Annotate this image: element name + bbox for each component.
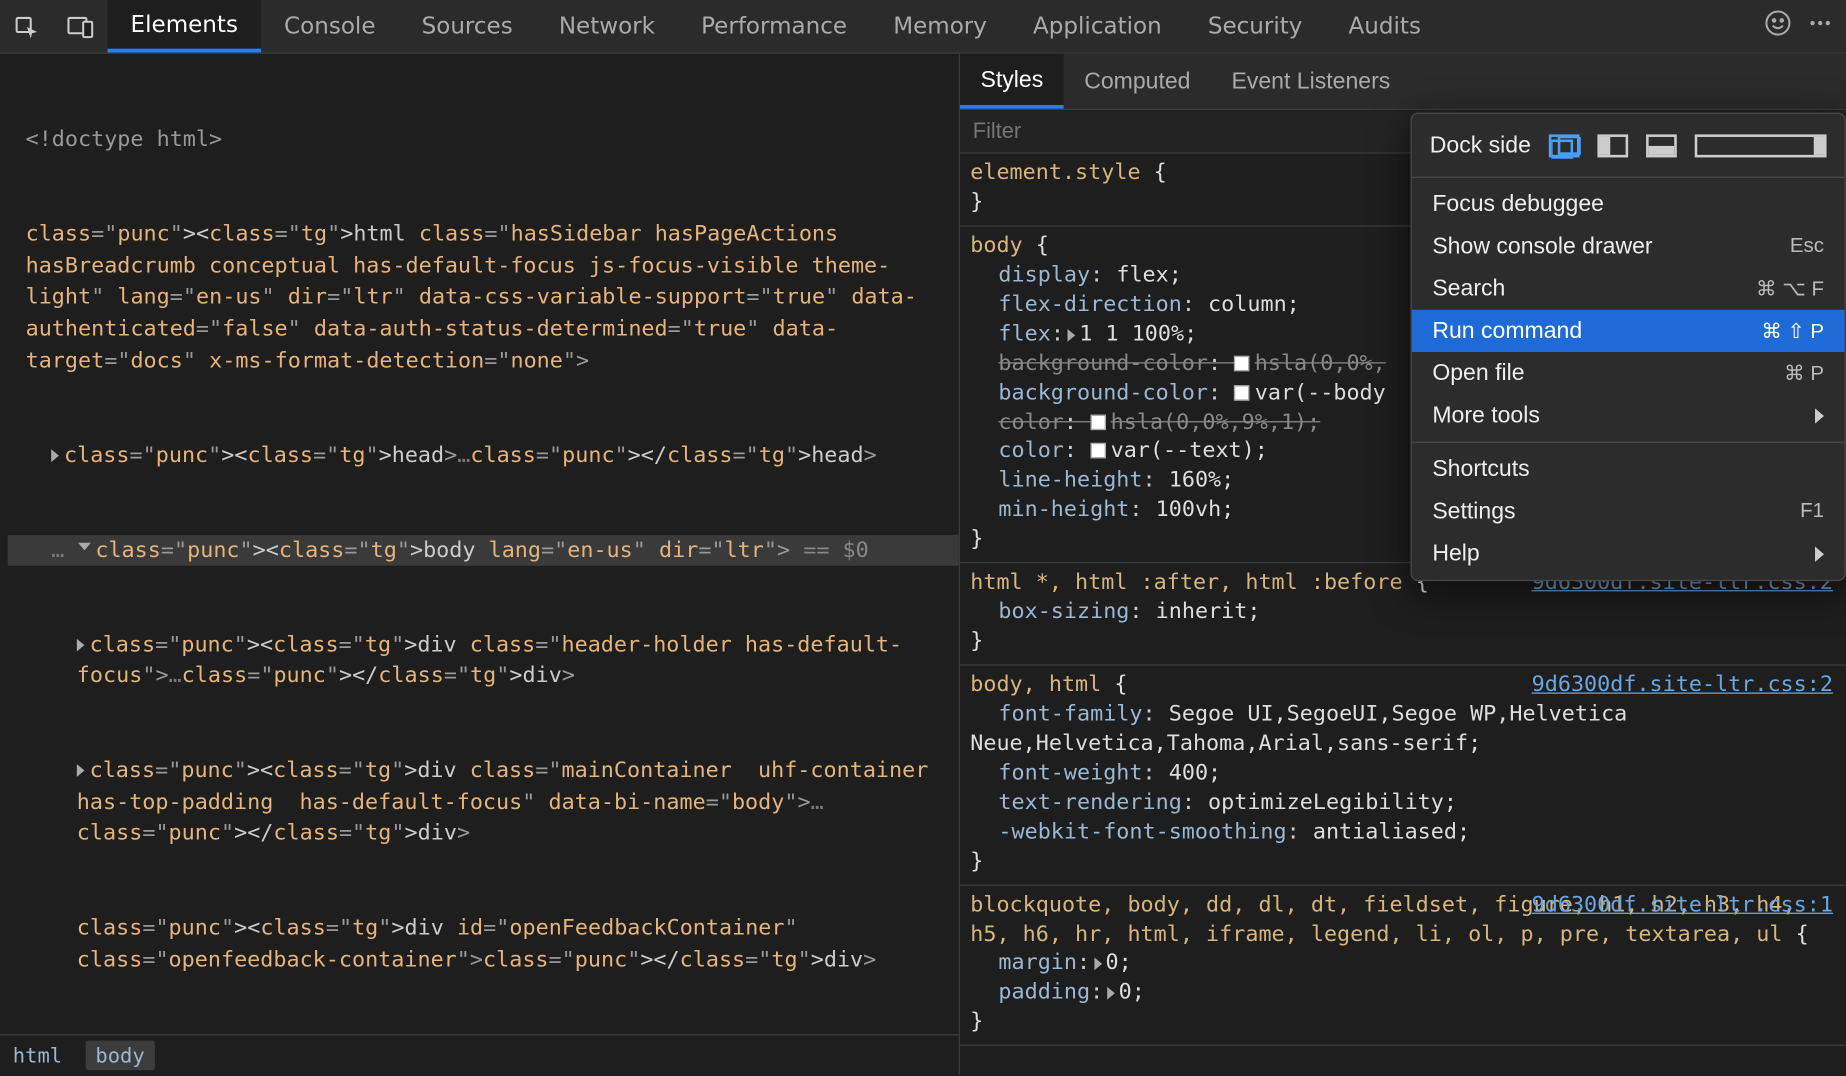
more-menu-icon[interactable]: [1807, 10, 1833, 42]
tab-audits[interactable]: Audits: [1325, 0, 1444, 52]
breadcrumb: html body: [0, 1034, 959, 1075]
dom-body-child[interactable]: class="punc"><class="tg">div class="main…: [8, 755, 959, 850]
chevron-right-icon: [1815, 408, 1824, 423]
main-menu: Dock side Focus debuggeeShow console dra…: [1411, 113, 1846, 581]
inspect-icon[interactable]: [0, 0, 54, 52]
menu-label: Dock side: [1430, 132, 1531, 159]
subtab-event-listeners[interactable]: Event Listeners: [1211, 54, 1411, 109]
menu-item[interactable]: Open file⌘ P: [1412, 352, 1845, 394]
tab-console[interactable]: Console: [261, 0, 399, 52]
tab-security[interactable]: Security: [1185, 0, 1326, 52]
subtab-computed[interactable]: Computed: [1064, 54, 1211, 109]
styles-panel: Styles Computed Event Listeners element.…: [960, 54, 1846, 1075]
menu-item[interactable]: Help: [1412, 532, 1845, 574]
breadcrumb-item[interactable]: body: [85, 1041, 155, 1070]
tab-sources[interactable]: Sources: [399, 0, 536, 52]
devtools-toolbar: Elements Console Sources Network Perform…: [0, 0, 1846, 54]
elements-panel: <!doctype html> class="punc"><class="tg"…: [0, 54, 960, 1075]
menu-item[interactable]: Focus debuggee: [1412, 183, 1845, 225]
subtab-styles[interactable]: Styles: [960, 54, 1064, 109]
dock-left-icon[interactable]: [1597, 134, 1628, 157]
dom-html-open[interactable]: class="punc"><class="tg">html class="has…: [8, 219, 959, 377]
dom-head[interactable]: class="punc"><class="tg">head>…class="pu…: [8, 440, 959, 472]
dom-body-child[interactable]: class="punc"><class="tg">div class="head…: [8, 629, 959, 692]
tab-performance[interactable]: Performance: [678, 0, 870, 52]
tab-memory[interactable]: Memory: [870, 0, 1010, 52]
dock-right-icon[interactable]: [1695, 134, 1827, 157]
dom-body-child[interactable]: class="punc"><class="tg">div id="openFee…: [8, 913, 959, 976]
css-source-link[interactable]: 9d6300df.site-ltr.css:1: [1532, 890, 1833, 919]
dom-body-selected[interactable]: … class="punc"><class="tg">body lang="en…: [8, 535, 959, 567]
css-rule[interactable]: 9d6300df.site-ltr.css:1blockquote, body,…: [960, 885, 1846, 1046]
menu-item[interactable]: Show console drawerEsc: [1412, 225, 1845, 267]
chevron-right-icon: [1815, 546, 1824, 561]
menu-item[interactable]: Run command⌘ ⇧ P: [1412, 310, 1845, 352]
tab-elements[interactable]: Elements: [108, 0, 261, 52]
dom-tree[interactable]: <!doctype html> class="punc"><class="tg"…: [0, 54, 959, 1034]
css-source-link[interactable]: 9d6300df.site-ltr.css:2: [1532, 671, 1833, 700]
css-rule[interactable]: 9d6300df.site-ltr.css:2body, html {font-…: [960, 666, 1846, 886]
menu-item[interactable]: More tools: [1412, 394, 1845, 436]
breadcrumb-item[interactable]: html: [13, 1043, 62, 1067]
dock-undock-icon[interactable]: [1549, 134, 1580, 157]
menu-item[interactable]: Search⌘ ⌥ F: [1412, 268, 1845, 310]
tab-application[interactable]: Application: [1010, 0, 1185, 52]
dock-bottom-icon[interactable]: [1646, 134, 1677, 157]
menu-item[interactable]: SettingsF1: [1412, 490, 1845, 532]
tab-network[interactable]: Network: [536, 0, 678, 52]
feedback-smiley-icon[interactable]: [1764, 9, 1792, 44]
device-mode-icon[interactable]: [54, 0, 108, 52]
menu-item[interactable]: Shortcuts: [1412, 448, 1845, 490]
menu-dock-side: Dock side: [1412, 119, 1845, 171]
